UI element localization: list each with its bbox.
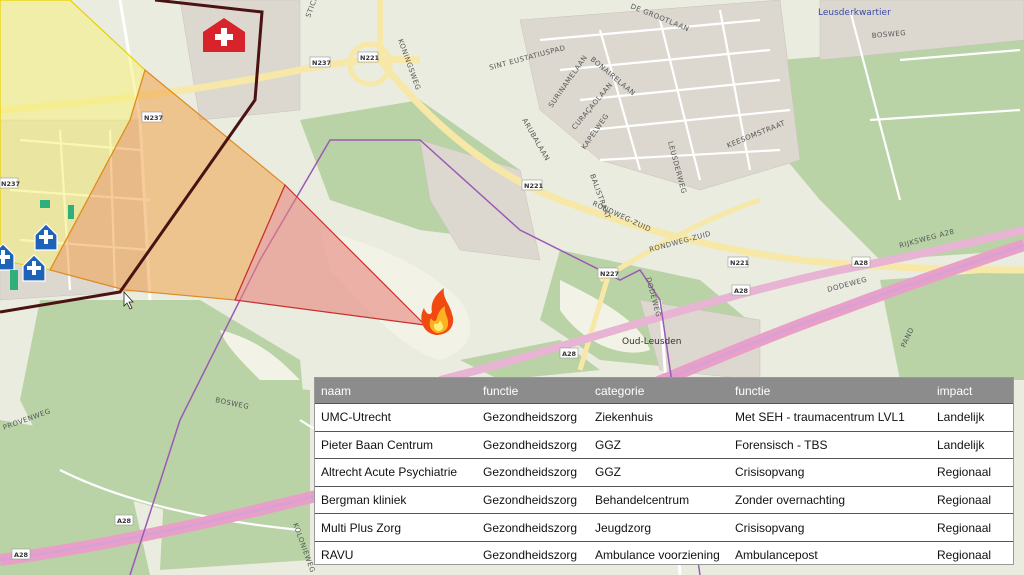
cell-functie-detail: Ambulancepost: [729, 540, 931, 569]
cell-categorie: Behandelcentrum: [589, 485, 729, 514]
cell-functie-detail: Crisisopvang: [729, 513, 931, 542]
cell-naam: Bergman kliniek: [315, 485, 477, 514]
cell-categorie: Ambulance voorziening: [589, 540, 729, 569]
district-label: Leusderkwartier: [818, 8, 891, 18]
road-shield: N227: [597, 267, 619, 279]
svg-text:A28: A28: [734, 287, 749, 295]
column-header-categorie: categorie: [589, 378, 729, 404]
cell-impact: Landelijk: [931, 430, 1013, 459]
cell-functie: Gezondheidszorg: [477, 540, 589, 569]
svg-text:N221: N221: [730, 259, 749, 267]
cell-functie-detail: Crisisopvang: [729, 458, 931, 487]
cell-impact: Regionaal: [931, 540, 1013, 569]
cell-functie: Gezondheidszorg: [477, 430, 589, 459]
table-row: Bergman kliniek Gezondheidszorg Behandel…: [315, 485, 1013, 514]
table-row: Altrecht Acute Psychiatrie Gezondheidszo…: [315, 458, 1013, 487]
table-row: Multi Plus Zorg Gezondheidszorg Jeugdzor…: [315, 513, 1013, 542]
road-shield: N221: [521, 179, 543, 191]
cell-naam: Multi Plus Zorg: [315, 513, 477, 542]
svg-text:A28: A28: [854, 259, 869, 267]
cell-functie: Gezondheidszorg: [477, 403, 589, 432]
column-header-naam: naam: [315, 378, 477, 404]
svg-text:N237: N237: [312, 59, 331, 67]
cell-impact: Regionaal: [931, 485, 1013, 514]
cell-functie: Gezondheidszorg: [477, 513, 589, 542]
cell-categorie: GGZ: [589, 430, 729, 459]
svg-text:N221: N221: [360, 54, 379, 62]
cell-functie-detail: Met SEH - traumacentrum LVL1: [729, 403, 931, 432]
table-row: Pieter Baan Centrum Gezondheidszorg GGZ …: [315, 430, 1013, 459]
table-header-row: naam functie categorie functie impact: [315, 378, 1013, 404]
column-header-functie: functie: [477, 378, 589, 404]
svg-text:A28: A28: [14, 551, 29, 559]
cell-categorie: Jeugdzorg: [589, 513, 729, 542]
cell-categorie: Ziekenhuis: [589, 403, 729, 432]
cell-impact: Regionaal: [931, 458, 1013, 487]
road-shield: N237: [141, 111, 163, 123]
cell-functie: Gezondheidszorg: [477, 485, 589, 514]
road-shield: N237: [0, 177, 20, 189]
cell-categorie: GGZ: [589, 458, 729, 487]
cell-impact: Regionaal: [931, 513, 1013, 542]
cell-naam: Pieter Baan Centrum: [315, 430, 477, 459]
road-shield: N221: [727, 256, 749, 268]
road-shield: A28: [114, 514, 134, 526]
column-header-impact: impact: [931, 378, 1013, 404]
place-label: Oud-Leusden: [622, 337, 682, 347]
svg-text:A28: A28: [562, 350, 577, 358]
svg-text:N237: N237: [144, 114, 163, 122]
cell-functie-detail: Forensisch - TBS: [729, 430, 931, 459]
cell-naam: UMC-Utrecht: [315, 403, 477, 432]
cell-functie-detail: Zonder overnachting: [729, 485, 931, 514]
svg-text:N237: N237: [1, 180, 20, 188]
road-shield: N221: [357, 51, 379, 63]
cell-naam: Altrecht Acute Psychiatrie: [315, 458, 477, 487]
table-row: RAVU Gezondheidszorg Ambulance voorzieni…: [315, 540, 1013, 569]
road-shield: A28: [11, 548, 31, 560]
facilities-table: naam functie categorie functie impact UM…: [314, 377, 1014, 569]
svg-text:N227: N227: [600, 270, 619, 278]
road-shield: A28: [851, 256, 871, 268]
svg-text:A28: A28: [117, 517, 132, 525]
cell-functie: Gezondheidszorg: [477, 458, 589, 487]
road-shield: N237: [309, 56, 331, 68]
cell-impact: Landelijk: [931, 403, 1013, 432]
column-header-functie-detail: functie: [729, 378, 931, 404]
table-row: UMC-Utrecht Gezondheidszorg Ziekenhuis M…: [315, 403, 1013, 432]
road-shield: A28: [559, 347, 579, 359]
svg-text:N221: N221: [524, 182, 543, 190]
cell-naam: RAVU: [315, 540, 477, 569]
road-shield: A28: [731, 284, 751, 296]
